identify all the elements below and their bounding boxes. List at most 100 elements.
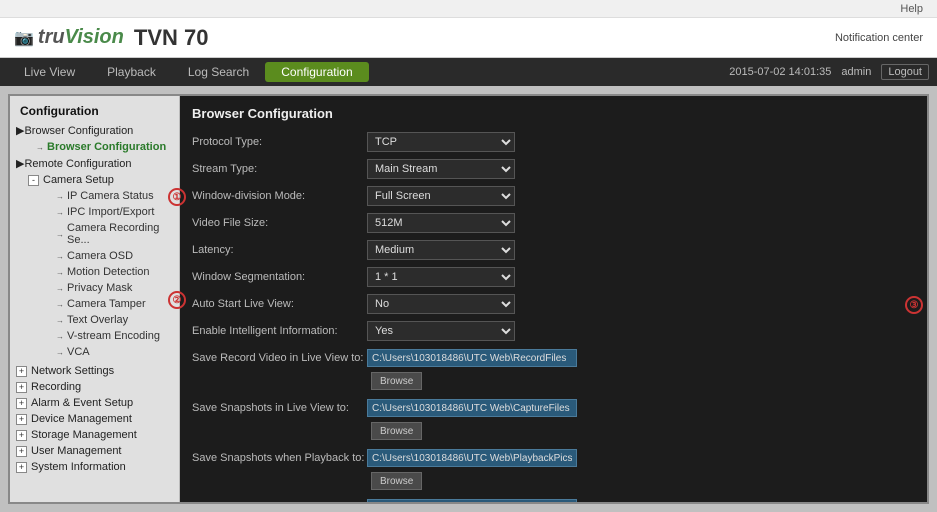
enable-intelligent-row: Enable Intelligent Information: Yes No [192, 320, 915, 342]
arrow-icon: ▶ [16, 124, 24, 137]
video-file-size-select[interactable]: 256M 512M 1G [367, 213, 515, 233]
auto-start-live-label: Auto Start Live View: [192, 298, 367, 310]
sidebar-item-storage-mgmt[interactable]: + Storage Management [12, 427, 177, 443]
sidebar-item-text-overlay[interactable]: → Text Overlay [24, 312, 177, 328]
sidebar-item-privacy-mask[interactable]: → Privacy Mask [24, 280, 177, 296]
sidebar-item-user-mgmt[interactable]: + User Management [12, 443, 177, 459]
help-label: Help [900, 3, 923, 15]
sidebar-item-ip-camera-status[interactable]: → IP Camera Status [24, 188, 177, 204]
badge-1: ① [168, 188, 186, 206]
window-segmentation-select[interactable]: 1 * 1 2 * 2 3 * 3 4 * 4 [367, 267, 515, 287]
protocol-type-select[interactable]: TCP UDP MULTICAST [367, 132, 515, 152]
sidebar-item-browser-config[interactable]: → Browser Configuration [12, 139, 177, 155]
enable-intelligent-label: Enable Intelligent Information: [192, 325, 367, 337]
expand-icon-4: + [16, 398, 27, 409]
expand-icon-3: + [16, 382, 27, 393]
enable-intelligent-select[interactable]: Yes No [367, 321, 515, 341]
camera-icon: 📷 [14, 28, 34, 48]
window-division-row: Window-division Mode: Full Screen 4 Wind… [192, 185, 915, 207]
main-content-border: Configuration ▶ Browser Configuration → … [8, 94, 929, 504]
expand-icon-6: + [16, 430, 27, 441]
logo-tru: tru [38, 26, 65, 49]
sidebar-item-remote-config-label: Remote Configuration [24, 158, 131, 170]
expand-icon-5: + [16, 414, 27, 425]
save-clips-playback-row: Save Clips when Playback to: Browse [192, 497, 915, 502]
stream-type-select[interactable]: Main Stream Sub Stream [367, 159, 515, 179]
sidebar-item-camera-setup[interactable]: - Camera Setup [24, 172, 177, 188]
save-snapshots-playback-input[interactable] [367, 449, 577, 467]
save-record-video-label: Save Record Video in Live View to: [192, 352, 367, 364]
nav-right: 2015-07-02 14:01:35 admin Logout [729, 64, 929, 80]
expand-icon-8: + [16, 462, 27, 473]
expand-icon-2: + [16, 366, 27, 377]
sidebar-item-browser-config-parent[interactable]: ▶ Browser Configuration [12, 122, 177, 139]
body-area: ① ② ③ Configuration ▶ Browser Configurat… [0, 86, 937, 512]
sidebar-item-camera-tamper[interactable]: → Camera Tamper [24, 296, 177, 312]
protocol-type-label: Protocol Type: [192, 136, 367, 148]
latency-select[interactable]: Low Medium High [367, 240, 515, 260]
main-panel: Browser Configuration Protocol Type: TCP… [180, 96, 927, 502]
sidebar-title: Configuration [12, 102, 177, 122]
expand-icon-7: + [16, 446, 27, 457]
logo: 📷 truVision TVN 70 [14, 25, 208, 51]
sidebar-item-ipc-import-export[interactable]: → IPC Import/Export [24, 204, 177, 220]
video-file-size-label: Video File Size: [192, 217, 367, 229]
save-snapshots-playback-label: Save Snapshots when Playback to: [192, 452, 367, 464]
protocol-type-row: Protocol Type: TCP UDP MULTICAST [192, 131, 915, 153]
sidebar-item-camera-osd[interactable]: → Camera OSD [24, 248, 177, 264]
logout-button[interactable]: Logout [881, 64, 929, 80]
save-snapshots-live-label: Save Snapshots in Live View to: [192, 402, 367, 414]
badge-3: ③ [905, 296, 923, 314]
logo-model: TVN 70 [134, 25, 209, 51]
stream-type-label: Stream Type: [192, 163, 367, 175]
sidebar-item-device-mgmt[interactable]: + Device Management [12, 411, 177, 427]
latency-row: Latency: Low Medium High [192, 239, 915, 261]
expand-icon: - [28, 175, 39, 186]
page-wrapper: Help 📷 truVision TVN 70 Notification cen… [0, 0, 937, 512]
nav-datetime: 2015-07-02 14:01:35 [729, 66, 831, 78]
sidebar-item-network-settings[interactable]: + Network Settings [12, 363, 177, 379]
left-sidebar: Configuration ▶ Browser Configuration → … [10, 96, 180, 502]
logo-vision: Vision [65, 26, 124, 49]
save-snapshots-live-input[interactable] [367, 399, 577, 417]
window-division-select[interactable]: Full Screen 4 Windows 9 Windows 16 Windo… [367, 186, 515, 206]
notification-center: Notification center [835, 32, 923, 44]
save-snapshots-live-browse[interactable]: Browse [371, 422, 422, 440]
tab-playback[interactable]: Playback [91, 62, 172, 82]
header: 📷 truVision TVN 70 Notification center [0, 18, 937, 58]
nav-admin: admin [841, 66, 871, 78]
save-snapshots-playback-row: Save Snapshots when Playback to: Browse [192, 447, 915, 492]
sidebar-item-browser-config-label: Browser Configuration [24, 125, 133, 137]
arrow-right-icon: ▶ [16, 157, 24, 170]
latency-label: Latency: [192, 244, 367, 256]
save-record-video-row: Save Record Video in Live View to: Brows… [192, 347, 915, 392]
save-clips-playback-input[interactable] [367, 499, 577, 502]
auto-start-live-row: Auto Start Live View: Yes No [192, 293, 915, 315]
sidebar-item-camera-setup-label: Camera Setup [43, 174, 114, 186]
top-help-bar: Help [0, 0, 937, 18]
nav-bar: Live View Playback Log Search Configurat… [0, 58, 937, 86]
stream-type-row: Stream Type: Main Stream Sub Stream [192, 158, 915, 180]
sidebar-item-motion-detection[interactable]: → Motion Detection [24, 264, 177, 280]
save-snapshots-playback-browse[interactable]: Browse [371, 472, 422, 490]
panel-title: Browser Configuration [192, 106, 915, 121]
window-segmentation-row: Window Segmentation: 1 * 1 2 * 2 3 * 3 4… [192, 266, 915, 288]
window-division-label: Window-division Mode: [192, 190, 367, 202]
sidebar-item-system-info[interactable]: + System Information [12, 459, 177, 475]
sidebar-item-alarm-event[interactable]: + Alarm & Event Setup [12, 395, 177, 411]
sidebar-item-camera-recording-se[interactable]: → Camera Recording Se... [24, 220, 177, 248]
window-segmentation-label: Window Segmentation: [192, 271, 367, 283]
auto-start-live-select[interactable]: Yes No [367, 294, 515, 314]
tab-live-view[interactable]: Live View [8, 62, 91, 82]
tab-configuration[interactable]: Configuration [265, 62, 368, 82]
tab-log-search[interactable]: Log Search [172, 62, 265, 82]
save-record-video-input[interactable] [367, 349, 577, 367]
save-record-video-browse[interactable]: Browse [371, 372, 422, 390]
form-grid: Protocol Type: TCP UDP MULTICAST Stream … [192, 131, 915, 502]
sidebar-item-recording[interactable]: + Recording [12, 379, 177, 395]
sidebar-item-vstream-encoding[interactable]: → V-stream Encoding [24, 328, 177, 344]
badge-2: ② [168, 291, 186, 309]
sidebar-item-remote-config[interactable]: ▶ Remote Configuration [12, 155, 177, 172]
sidebar-item-vca[interactable]: → VCA [24, 344, 177, 360]
sidebar-item-browser-config-sub-label: Browser Configuration [47, 141, 166, 153]
